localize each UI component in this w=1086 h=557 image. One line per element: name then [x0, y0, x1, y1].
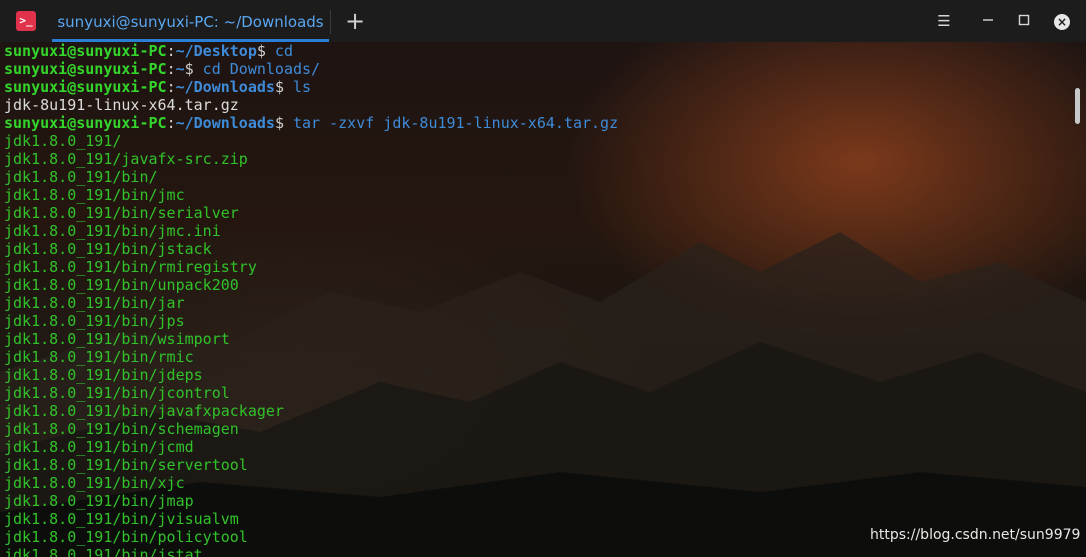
prompt-line: sunyuxi@sunyuxi-PC:~$ cd Downloads/ — [4, 60, 618, 78]
terminal-window: >_ sunyuxi@sunyuxi-PC: ~/Downloads + ☰ ×… — [0, 0, 1086, 557]
tar-output-line: jdk1.8.0_191/bin/jstat — [4, 546, 203, 557]
tar-output-line: jdk1.8.0_191/bin/ — [4, 168, 158, 186]
terminal-output-area[interactable]: sunyuxi@sunyuxi-PC:~/Desktop$ cd sunyuxi… — [0, 42, 1086, 557]
command-text: tar -zxvf jdk-8u191-linux-x64.tar.gz — [283, 114, 619, 132]
prompt-user: sunyuxi@sunyuxi-PC — [4, 78, 167, 96]
tar-output-line: jdk1.8.0_191/javafx-src.zip — [4, 150, 248, 168]
tar-output-line: jdk1.8.0_191/bin/jvisualvm — [4, 510, 239, 528]
tar-output-line: jdk1.8.0_191/bin/jstack — [4, 240, 212, 258]
tar-output-line: jdk1.8.0_191/bin/jdeps — [4, 366, 203, 384]
prompt-line: sunyuxi@sunyuxi-PC:~/Downloads$ tar -zxv… — [4, 114, 618, 132]
tar-output-line: jdk1.8.0_191/bin/jmap — [4, 492, 194, 510]
ls-output-line: jdk-8u191-linux-x64.tar.gz — [4, 96, 239, 114]
terminal-icon[interactable]: >_ — [16, 11, 36, 31]
watermark-text: https://blog.csdn.net/sun9979 — [870, 527, 1081, 543]
prompt-dollar: $ — [274, 114, 284, 132]
tar-output-line: jdk1.8.0_191/bin/jps — [4, 312, 185, 330]
tar-output-line: jdk1.8.0_191/bin/jcmd — [4, 438, 194, 456]
prompt-path: ~/Desktop — [175, 42, 257, 60]
prompt-colon: : — [166, 114, 176, 132]
tar-output: jdk1.8.0_191/jdk1.8.0_191/javafx-src.zip… — [4, 132, 618, 557]
close-icon[interactable]: × — [1048, 8, 1076, 34]
prompt-user: sunyuxi@sunyuxi-PC — [4, 42, 167, 60]
prompt-path: ~ — [175, 60, 185, 78]
tar-output-line: jdk1.8.0_191/bin/policytool — [4, 528, 248, 546]
tar-output-line: jdk1.8.0_191/bin/rmiregistry — [4, 258, 257, 276]
tar-output-line: jdk1.8.0_191/bin/xjc — [4, 474, 185, 492]
tab-downloads[interactable]: sunyuxi@sunyuxi-PC: ~/Downloads — [52, 0, 329, 42]
prompt-colon: : — [166, 78, 176, 96]
menu-icon[interactable]: ☰ — [930, 8, 958, 34]
prompt-dollar: $ — [256, 42, 266, 60]
prompt-colon: : — [166, 42, 176, 60]
plus-icon[interactable]: + — [338, 6, 372, 36]
title-bar: >_ sunyuxi@sunyuxi-PC: ~/Downloads + ☰ × — [0, 0, 1086, 43]
scrollbar-thumb[interactable] — [1075, 88, 1080, 124]
prompt-line: sunyuxi@sunyuxi-PC:~/Desktop$ cd — [4, 42, 618, 60]
tar-output-line: jdk1.8.0_191/bin/unpack200 — [4, 276, 239, 294]
tar-output-line: jdk1.8.0_191/bin/jar — [4, 294, 185, 312]
tar-output-line: jdk1.8.0_191/bin/rmic — [4, 348, 194, 366]
tar-output-line: jdk1.8.0_191/bin/jmc.ini — [4, 222, 221, 240]
tar-output-line: jdk1.8.0_191/bin/javafxpackager — [4, 402, 284, 420]
minimize-icon[interactable] — [974, 8, 1002, 34]
prompt-user: sunyuxi@sunyuxi-PC — [4, 114, 167, 132]
tar-output-line: jdk1.8.0_191/ — [4, 132, 122, 150]
command-text: cd — [265, 42, 293, 60]
terminal-lines: sunyuxi@sunyuxi-PC:~/Desktop$ cd sunyuxi… — [4, 42, 618, 557]
tar-output-line: jdk1.8.0_191/bin/serialver — [4, 204, 239, 222]
command-text: cd Downloads/ — [193, 60, 321, 78]
prompt-user: sunyuxi@sunyuxi-PC — [4, 60, 167, 78]
tar-output-line: jdk1.8.0_191/bin/jmc — [4, 186, 185, 204]
maximize-icon[interactable] — [1010, 8, 1038, 34]
tab-divider — [330, 10, 331, 34]
prompt-colon: : — [166, 60, 176, 78]
prompt-line: sunyuxi@sunyuxi-PC:~/Downloads$ ls — [4, 78, 618, 96]
tar-output-line: jdk1.8.0_191/bin/servertool — [4, 456, 248, 474]
tar-output-line: jdk1.8.0_191/bin/wsimport — [4, 330, 230, 348]
command-text: ls — [283, 78, 312, 96]
tar-output-line: jdk1.8.0_191/bin/schemagen — [4, 420, 239, 438]
tar-output-line: jdk1.8.0_191/bin/jcontrol — [4, 384, 230, 402]
prompt-dollar: $ — [184, 60, 194, 78]
prompt-path: ~/Downloads — [175, 78, 275, 96]
prompt-path: ~/Downloads — [175, 114, 275, 132]
prompt-dollar: $ — [274, 78, 284, 96]
